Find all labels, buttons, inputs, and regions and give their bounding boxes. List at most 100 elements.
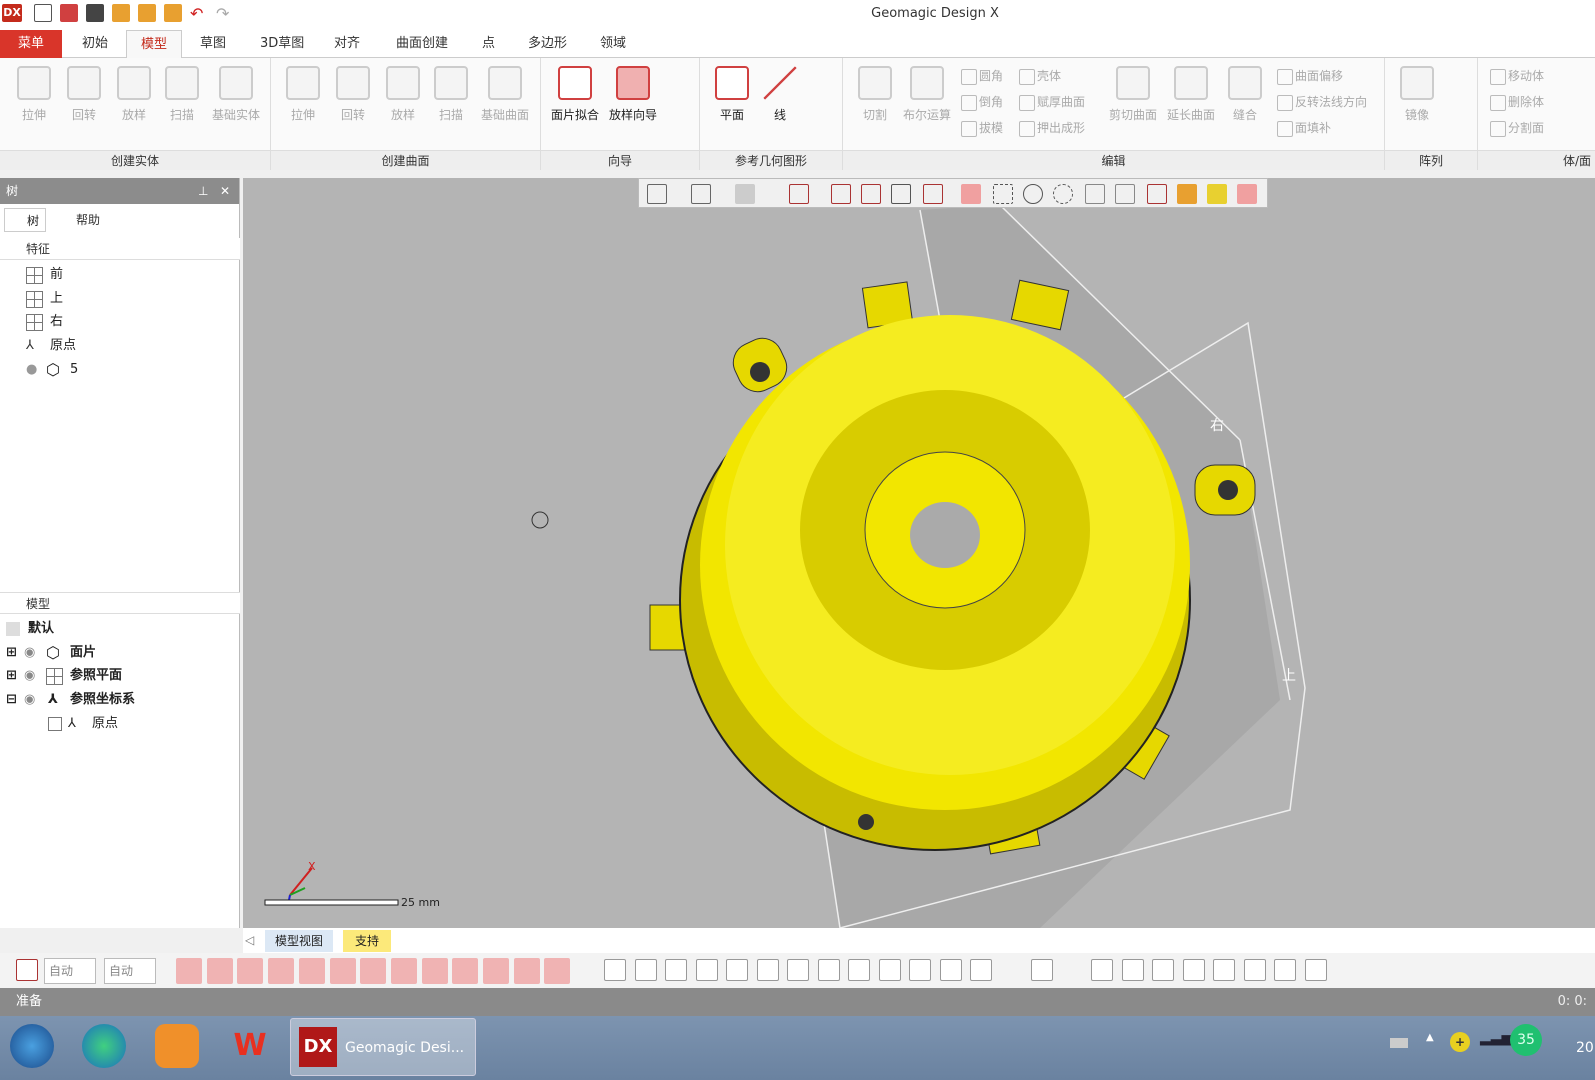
view-tool-18-icon[interactable] — [1182, 959, 1205, 981]
app-orange-icon[interactable] — [155, 1024, 199, 1068]
clock[interactable]: 20 — [1576, 1040, 1594, 1056]
tree-item-mesh-group[interactable]: ⊞ ◉ ⬡ 面片 — [6, 642, 96, 664]
tab-menu[interactable]: 菜单 — [0, 30, 62, 58]
surface-loft-button[interactable]: 放样 — [379, 66, 427, 123]
view-tool-14-icon[interactable] — [1030, 959, 1053, 981]
view-tool-17-icon[interactable] — [1152, 959, 1174, 981]
view-tool-3-icon[interactable] — [665, 959, 687, 981]
split-view-icon[interactable] — [891, 184, 911, 204]
brush-select-icon[interactable] — [1147, 184, 1167, 204]
chamfer-button[interactable]: 倒角 — [959, 92, 1003, 112]
vertex-visibility-icon[interactable] — [390, 958, 417, 984]
checkbox[interactable] — [48, 717, 62, 731]
thicken-button[interactable]: 赋厚曲面 — [1017, 92, 1085, 112]
solid-sweep-button[interactable]: 扫描 — [158, 66, 206, 123]
shell-button[interactable]: 壳体 — [1017, 66, 1061, 86]
tree-item-ref-coords[interactable]: ⊟ ◉ ⅄ 参照坐标系 — [6, 689, 135, 711]
mesh-fit-button[interactable]: 面片拟合 — [551, 66, 599, 123]
tab-support[interactable]: 支持 — [343, 930, 392, 952]
scroll-left-icon[interactable]: ◁ — [245, 933, 254, 947]
filter-combo-1[interactable]: 自动 — [44, 958, 96, 984]
tab-align[interactable]: 对齐 — [320, 30, 374, 58]
tab-region[interactable]: 领域 — [586, 30, 640, 58]
fill-select-icon[interactable] — [1177, 184, 1197, 204]
normal-view-icon[interactable] — [923, 184, 943, 204]
tree-item-top[interactable]: 上 — [26, 288, 63, 310]
surface-extrude-button[interactable]: 拉伸 — [279, 66, 327, 123]
solid-display-icon[interactable] — [691, 184, 711, 204]
mirror-button[interactable]: 镜像 — [1393, 66, 1441, 123]
solid-extrude-button[interactable]: 拉伸 — [10, 66, 58, 123]
primitive-surface-button[interactable]: 基础曲面 — [481, 66, 529, 123]
tab-initial[interactable]: 初始 — [68, 30, 122, 58]
3d-viewport[interactable]: 右 上 X 25 mm — [243, 178, 1595, 929]
view-tool-19-icon[interactable] — [1213, 959, 1235, 981]
tab-help[interactable]: 帮助 — [54, 208, 100, 232]
selection-filter-icon[interactable] — [16, 959, 38, 981]
expand-icon[interactable]: ⊞ — [6, 642, 17, 664]
view-tool-21-icon[interactable] — [1274, 959, 1296, 981]
curve-visibility-icon[interactable] — [483, 958, 509, 984]
expand-icon[interactable]: ⊞ — [6, 665, 17, 687]
circle-select-icon[interactable] — [1023, 184, 1043, 204]
view-tool-20-icon[interactable] — [1243, 959, 1266, 981]
sketch-visibility-icon[interactable] — [329, 958, 356, 984]
trim-surface-button[interactable]: 剪切曲面 — [1109, 66, 1157, 123]
view-tool-13-icon[interactable] — [970, 959, 992, 981]
tree-item-origin[interactable]: ⅄ 原点 — [26, 335, 76, 357]
surface-sweep-button[interactable]: 扫描 — [427, 66, 475, 123]
view-tool-7-icon[interactable] — [787, 959, 809, 981]
select-through-icon[interactable] — [1207, 184, 1227, 204]
offset-surface-button[interactable]: 曲面偏移 — [1275, 66, 1343, 86]
paint-select-icon[interactable] — [1115, 184, 1135, 204]
tree-item-mesh[interactable]: ● ⬡ 5 — [26, 359, 78, 381]
network-signal-icon[interactable]: ▂▃▅ — [1480, 1030, 1512, 1046]
view-tool-10-icon[interactable] — [878, 959, 901, 981]
security-tray-icon[interactable]: + — [1450, 1032, 1470, 1052]
keyboard-icon[interactable] — [1390, 1038, 1408, 1048]
tab-polygon[interactable]: 多边形 — [514, 30, 581, 58]
tree-item-front[interactable]: 前 — [26, 264, 63, 286]
tree-item-right[interactable]: 右 — [26, 311, 63, 333]
ref-plane-visibility-icon[interactable] — [452, 958, 479, 984]
mesh-visibility-icon[interactable] — [176, 958, 202, 984]
view-tool-16-icon[interactable] — [1121, 959, 1144, 981]
view-tool-22-icon[interactable] — [1304, 959, 1327, 981]
view-cube-icon[interactable] — [789, 184, 809, 204]
loft-wizard-button[interactable]: 放样向导 — [609, 66, 657, 123]
3d-sketch-visibility-icon[interactable] — [360, 958, 387, 984]
tab-surface-creation[interactable]: 曲面创建 — [382, 30, 462, 58]
taskbar-geomagic-app[interactable]: DX Geomagic Desi... — [290, 1018, 476, 1076]
close-icon[interactable]: ✕ — [220, 178, 230, 204]
eye-icon[interactable]: ◉ — [24, 665, 35, 687]
primitive-solid-button[interactable]: 基础实体 — [212, 66, 260, 123]
tab-3d-sketch[interactable]: 3D草图 — [246, 30, 318, 58]
view-tool-4-icon[interactable] — [695, 959, 718, 981]
collapse-icon[interactable]: ⊟ — [6, 689, 17, 711]
tree-item-default[interactable]: 默认 — [6, 618, 54, 640]
surface-display-icon[interactable] — [735, 184, 755, 204]
move-body-button[interactable]: 移动体 — [1488, 66, 1544, 86]
line-button[interactable]: 线 — [756, 66, 804, 123]
split-face-button[interactable]: 分割面 — [1488, 118, 1544, 138]
render-mode-icon[interactable] — [647, 184, 667, 204]
view-tool-6-icon[interactable] — [756, 959, 779, 981]
line-select-icon[interactable] — [961, 184, 981, 204]
reverse-normal-button[interactable]: 反转法线方向 — [1275, 92, 1367, 112]
solid-revolve-button[interactable]: 回转 — [60, 66, 108, 123]
filter-combo-2[interactable]: 自动 — [104, 958, 156, 984]
edge-browser-icon[interactable] — [82, 1024, 126, 1068]
polygon-select-icon[interactable] — [1053, 184, 1073, 204]
boolean-button[interactable]: 布尔运算 — [903, 66, 951, 123]
start-button-icon[interactable] — [10, 1024, 54, 1068]
view-tool-11-icon[interactable] — [909, 959, 931, 981]
fillet-button[interactable]: 圆角 — [959, 66, 1003, 86]
solid-loft-button[interactable]: 放样 — [110, 66, 158, 123]
surface-revolve-button[interactable]: 回转 — [329, 66, 377, 123]
cut-button[interactable]: 切割 — [851, 66, 899, 123]
view-tool-9-icon[interactable] — [848, 959, 870, 981]
top-view-icon[interactable] — [861, 184, 881, 204]
tab-sketch[interactable]: 草图 — [186, 30, 240, 58]
tab-model[interactable]: 模型 — [126, 30, 183, 58]
ref-line-visibility-icon[interactable] — [421, 958, 448, 984]
